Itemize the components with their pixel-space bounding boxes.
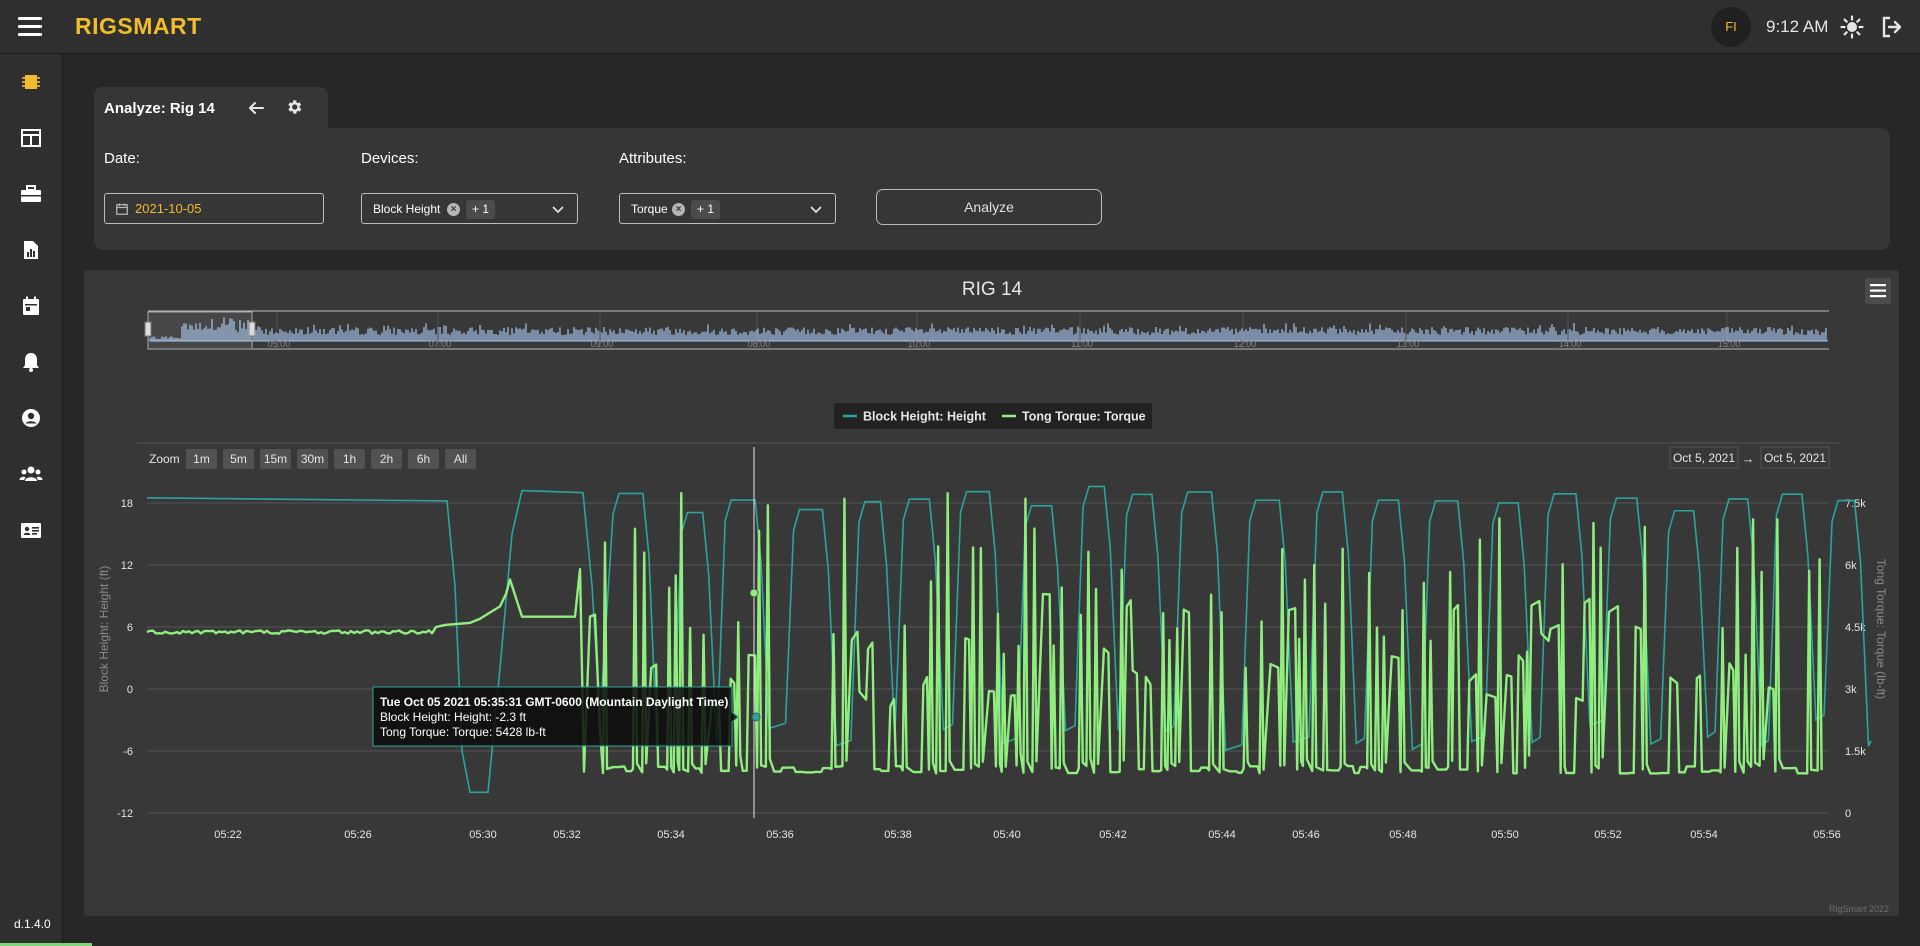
legend-item[interactable]: Block Height: Height xyxy=(843,410,987,424)
x-tick-label: 05:48 xyxy=(1389,829,1417,841)
zoom-button-1m[interactable]: 1m xyxy=(186,449,217,469)
navigator-series xyxy=(149,317,1827,341)
zoom-button-1h[interactable]: 1h xyxy=(334,449,365,469)
zoom-button-15m[interactable]: 15m xyxy=(260,449,291,469)
chart-menu-icon[interactable] xyxy=(1865,278,1891,304)
navigator-tick-label: 11:00 xyxy=(1071,339,1093,349)
zoom-button-6h[interactable]: 6h xyxy=(408,449,439,469)
x-tick-label: 05:52 xyxy=(1594,829,1622,841)
legend-label: Tong Torque: Torque xyxy=(1022,410,1146,424)
chart-legend: Block Height: Height Tong Torque: Torque xyxy=(834,403,1152,429)
x-tick-label: 05:32 xyxy=(553,829,581,841)
y-left-axis-label: Block Height: Height (ft) xyxy=(97,566,111,693)
navigator-window[interactable] xyxy=(147,311,253,350)
legend-item[interactable]: Tong Torque: Torque xyxy=(1002,410,1146,424)
zoom-button-label: 2h xyxy=(380,452,393,466)
navigator-tick-label: 10:00 xyxy=(908,339,931,349)
footer-credit: RigSmart 2022 xyxy=(1829,904,1890,914)
y-left-tick-label: 18 xyxy=(121,498,133,510)
chart-title: RIG 14 xyxy=(962,279,1023,300)
x-tick-label: 05:36 xyxy=(766,829,794,841)
zoom-button-2h[interactable]: 2h xyxy=(371,449,402,469)
zoom-button-All[interactable]: All xyxy=(445,449,476,469)
x-tick-label: 05:44 xyxy=(1208,829,1236,841)
zoom-label: Zoom xyxy=(149,452,180,466)
range-to-value: Oct 5, 2021 xyxy=(1764,451,1826,465)
tooltip-header: Tue Oct 05 2021 05:35:31 GMT-0600 (Mount… xyxy=(380,695,728,709)
zoom-button-label: 30m xyxy=(301,452,324,466)
x-tick-label: 05:42 xyxy=(1099,829,1127,841)
navigator-tick-label: 07:00 xyxy=(429,339,452,349)
x-tick-label: 05:46 xyxy=(1292,829,1320,841)
navigator-tick-label: 15:00 xyxy=(1718,339,1741,349)
x-tick-label: 05:40 xyxy=(993,829,1021,841)
range-from-value: Oct 5, 2021 xyxy=(1673,451,1735,465)
navigator-tick-label: 14:00 xyxy=(1559,339,1582,349)
zoom-button-label: 15m xyxy=(264,452,287,466)
y-right-axis-label: Tong Torque: Torque (lb-ft) xyxy=(1874,559,1888,699)
y-right-tick-label: 6k xyxy=(1845,560,1857,572)
zoom-button-label: 1h xyxy=(343,452,356,466)
x-tick-label: 05:30 xyxy=(469,829,497,841)
navigator-tick-label: 12:00 xyxy=(1234,339,1257,349)
zoom-button-label: 6h xyxy=(417,452,430,466)
x-tick-label: 05:54 xyxy=(1690,829,1718,841)
y-right-tick-label: 3k xyxy=(1845,684,1857,696)
x-tick-label: 05:56 xyxy=(1813,829,1841,841)
y-left-tick-label: 0 xyxy=(127,684,133,696)
y-left-tick-label: -6 xyxy=(123,746,133,758)
range-arrow: → xyxy=(1742,451,1755,466)
navigator-tick-label: 08:00 xyxy=(748,339,771,349)
x-tick-label: 05:50 xyxy=(1491,829,1519,841)
x-tick-label: 05:38 xyxy=(884,829,912,841)
zoom-button-label: 1m xyxy=(193,452,210,466)
zoom-button-label: All xyxy=(454,452,467,466)
chart-tooltip: Tue Oct 05 2021 05:35:31 GMT-0600 (Mount… xyxy=(372,686,739,747)
hover-point-torque xyxy=(749,588,759,598)
navigator-tick-label: 09:00 xyxy=(591,339,614,349)
x-tick-label: 05:26 xyxy=(344,829,372,841)
x-tick-label: 05:34 xyxy=(657,829,685,841)
x-tick-label: 05:22 xyxy=(214,829,242,841)
navigator-tick-label: 13:00 xyxy=(1397,339,1420,349)
tooltip-torque: Tong Torque: Torque: 5428 lb-ft xyxy=(380,725,546,739)
y-left-tick-label: 12 xyxy=(121,560,133,572)
hover-point-height xyxy=(751,712,761,722)
navigator-handle-right[interactable] xyxy=(248,321,256,337)
navigator-tick-label: 05:00 xyxy=(268,339,291,349)
y-left-tick-label: -12 xyxy=(117,808,133,820)
y-left-tick-label: 6 xyxy=(127,622,133,634)
legend-label: Block Height: Height xyxy=(863,410,987,424)
navigator-handle-left[interactable] xyxy=(144,321,152,337)
y-right-tick-label: 1.5k xyxy=(1845,746,1866,758)
zoom-button-5m[interactable]: 5m xyxy=(223,449,254,469)
rig-chart[interactable]: RIG 14 05:00 07:00 09:00 08:00 10:00 11:00 12:… xyxy=(0,0,1920,946)
y-right-tick-label: 0 xyxy=(1845,808,1851,820)
tooltip-height: Block Height: Height: -2.3 ft xyxy=(380,710,527,724)
zoom-button-30m[interactable]: 30m xyxy=(297,449,328,469)
zoom-button-label: 5m xyxy=(230,452,247,466)
navigator[interactable]: 05:00 07:00 09:00 08:00 10:00 11:00 12:00 13:00… xyxy=(144,310,1829,350)
